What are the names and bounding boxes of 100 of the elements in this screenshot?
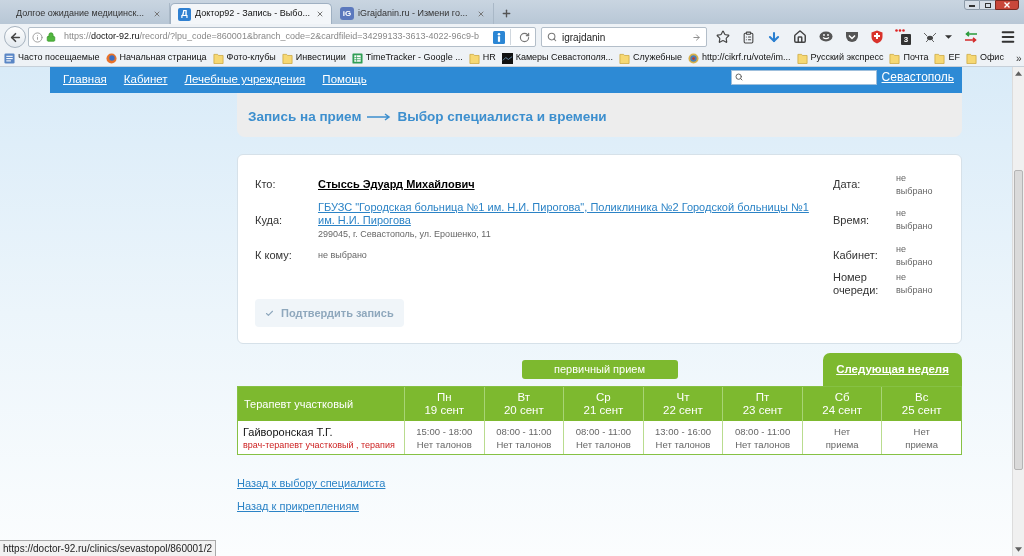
clinic-address: 299045, г. Севастополь, ул. Ерошенко, 11: [318, 227, 491, 240]
bookmark-item[interactable]: Фото-клубы: [212, 51, 276, 65]
spreadsheet-icon: [351, 52, 363, 64]
info-badge-icon[interactable]: [493, 30, 505, 44]
close-icon[interactable]: [153, 9, 161, 18]
nav-link[interactable]: Главная: [63, 71, 107, 89]
clinic-link[interactable]: ГБУЗС "Городская больница №1 им. Н.И. Пирогова", Поликлиника №2 Городской больницы №1 им. Н.И. Пирогова: [318, 200, 818, 227]
table-header-cell: Терапевт участковый: [238, 387, 404, 421]
url-text: https://doctor-92.ru/record/?lpu_code=860001&branch_code=2&cardfileid=34299133-3613-4022-96c9-b: [64, 30, 480, 44]
back-link[interactable]: Назад к прикреплениям: [237, 499, 359, 513]
bookmark-item[interactable]: EF: [934, 51, 960, 65]
field-label: Куда:: [255, 212, 283, 228]
folder-icon: [934, 52, 946, 64]
sync-arrows-icon[interactable]: [964, 31, 978, 43]
summary-label: Номер очереди:: [833, 271, 880, 297]
bookmarks-overflow-button[interactable]: »: [1015, 50, 1022, 66]
folder-icon: [965, 52, 977, 64]
nav-link[interactable]: Кабинет: [123, 71, 168, 89]
check-icon: [265, 308, 274, 318]
bookmark-item[interactable]: Русский экспресс: [796, 51, 884, 65]
day-header-cell: Сб 24 сент: [801, 387, 882, 421]
search-field[interactable]: igrajdanin: [541, 27, 707, 47]
patient-name[interactable]: Стыссь Эдуард Михайлович: [318, 176, 475, 193]
folder-icon: [468, 52, 480, 64]
browser-tab[interactable]: Д Доктор92 - Запись - Выбо...: [170, 3, 332, 24]
close-icon[interactable]: [316, 10, 324, 18]
bookmark-item[interactable]: Офис: [965, 51, 1004, 65]
minimize-icon: [969, 5, 975, 7]
field-value: не выбрано: [318, 248, 367, 262]
field-label: К кому:: [255, 248, 292, 264]
maximize-button[interactable]: [980, 0, 995, 10]
folder-icon: [796, 52, 808, 64]
folder-icon: [212, 52, 224, 64]
counter-badge[interactable]: 3: [895, 29, 911, 45]
close-icon: [1004, 2, 1010, 8]
bookmark-item[interactable]: http://cikrf.ru/vote/im...: [688, 51, 791, 65]
close-icon[interactable]: [477, 9, 485, 18]
maximize-icon: [984, 2, 991, 8]
new-tab-icon[interactable]: [501, 8, 512, 19]
field-label: Кто:: [255, 177, 276, 193]
site-search-field[interactable]: [730, 69, 877, 85]
folder-icon: [889, 52, 901, 64]
back-link[interactable]: Назад к выбору специалиста: [237, 476, 386, 490]
menu-icon[interactable]: [1000, 29, 1016, 45]
bookmark-item[interactable]: TimeTracker - Google ...: [351, 51, 463, 65]
tab-favicon: Д: [178, 7, 191, 21]
lock-icon: [46, 32, 56, 42]
caret-icon[interactable]: [945, 35, 952, 39]
scrollbar[interactable]: [1012, 67, 1024, 556]
day-header-cell: Вт 20 сент: [483, 387, 564, 421]
home-icon[interactable]: [793, 30, 807, 44]
back-button[interactable]: [4, 26, 26, 48]
reload-icon[interactable]: [519, 31, 530, 43]
chat-bubble-icon[interactable]: [819, 31, 833, 43]
search-icon: [734, 73, 743, 81]
day-header-cell: Пн 19 сент: [404, 387, 484, 421]
doctor-name: Гайворонская Т.Г.: [243, 424, 334, 439]
download-icon[interactable]: [767, 30, 781, 44]
bookmark-list-icon: [4, 52, 15, 64]
bookmark-item[interactable]: Камеры Севастополя...: [501, 51, 614, 65]
bookmark-item[interactable]: Инвестиции: [281, 51, 346, 65]
nav-link[interactable]: Лечебные учреждения: [184, 71, 306, 89]
search-icon: [547, 32, 557, 42]
insect-icon[interactable]: [923, 31, 937, 43]
dots-icon: [895, 29, 907, 32]
scroll-down-icon[interactable]: [1015, 547, 1022, 552]
bookmark-item[interactable]: HR: [468, 51, 496, 65]
bookmark-item[interactable]: Почта: [889, 51, 929, 65]
arrow-icon: [367, 113, 392, 121]
scroll-up-icon[interactable]: [1015, 71, 1022, 76]
bookmark-item[interactable]: Часто посещаемые: [4, 51, 100, 65]
close-window-button[interactable]: [995, 0, 1019, 10]
clipboard-icon[interactable]: [742, 30, 755, 44]
day-header-cell: Пт 23 сент: [722, 387, 802, 421]
address-field[interactable]: https://doctor-92.ru/record/?lpu_code=860001&branch_code=2&cardfileid=34299133-3613-4022-96c9-b: [28, 27, 536, 47]
bookmark-star-icon[interactable]: [716, 30, 730, 44]
back-arrow-icon: [8, 30, 22, 44]
status-bar: https://doctor-92.ru/clinics/sevastopol/860001/2: [0, 540, 216, 556]
pouch-icon[interactable]: [845, 31, 859, 43]
summary-label: Время:: [833, 213, 871, 227]
search-text: igrajdanin: [562, 30, 606, 45]
nav-link[interactable]: Помощь: [322, 71, 367, 89]
breadcrumb-step: Выбор специалиста и времени: [397, 106, 607, 128]
folder-icon: [281, 52, 293, 64]
doctor-role: врач-терапевт участковый , терапия: [243, 438, 396, 451]
city-link[interactable]: Севастополь: [881, 68, 954, 86]
summary-value: не выбрано: [896, 171, 934, 198]
bookmark-item[interactable]: Служебные: [619, 51, 682, 65]
scrollbar-thumb[interactable]: [1014, 170, 1023, 470]
browser-logo-icon: [105, 52, 117, 64]
go-arrow-icon[interactable]: [692, 32, 701, 42]
summary-value: не выбрано: [896, 271, 934, 297]
folder-icon: [619, 52, 631, 64]
emblem-icon: [688, 52, 699, 64]
minimize-button[interactable]: [964, 0, 980, 10]
bookmark-item[interactable]: Начальная страница: [105, 51, 207, 65]
day-header-cell: Ср 21 сент: [563, 387, 643, 421]
shield-icon[interactable]: [871, 30, 883, 44]
summary-label: Дата:: [833, 178, 862, 191]
tab-favicon: iG: [340, 7, 354, 20]
